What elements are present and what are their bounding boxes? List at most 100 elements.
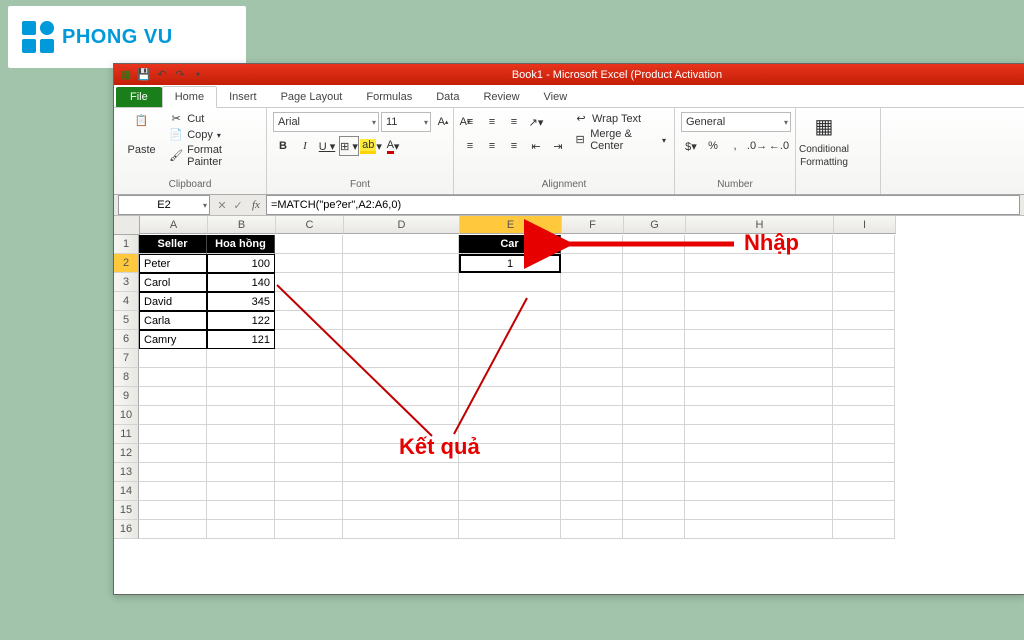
- cell-B6[interactable]: 121: [207, 330, 275, 349]
- cell-E2[interactable]: 1: [459, 254, 561, 273]
- cell-F10[interactable]: [561, 406, 623, 425]
- cell-I12[interactable]: [833, 444, 895, 463]
- tab-formulas[interactable]: Formulas: [354, 87, 424, 107]
- cell-E10[interactable]: [459, 406, 561, 425]
- cell-A2[interactable]: Peter: [139, 254, 207, 273]
- paste-button[interactable]: 📋 Paste: [120, 112, 163, 158]
- cell-F8[interactable]: [561, 368, 623, 387]
- cell-I10[interactable]: [833, 406, 895, 425]
- increase-decimal-icon[interactable]: .0→: [747, 136, 767, 156]
- cell-E15[interactable]: [459, 501, 561, 520]
- cell-B3[interactable]: 140: [207, 273, 275, 292]
- align-left-icon[interactable]: ≡: [460, 136, 480, 156]
- row-header-3[interactable]: 3: [114, 273, 139, 292]
- cell-F4[interactable]: [561, 292, 623, 311]
- cell-F12[interactable]: [561, 444, 623, 463]
- cell-C2[interactable]: [275, 254, 343, 273]
- cell-D5[interactable]: [343, 311, 459, 330]
- cell-B16[interactable]: [207, 520, 275, 539]
- qat-dropdown-icon[interactable]: ▾: [190, 67, 206, 83]
- save-icon[interactable]: 💾: [136, 67, 152, 83]
- cell-C5[interactable]: [275, 311, 343, 330]
- align-right-icon[interactable]: ≡: [504, 136, 524, 156]
- cell-D11[interactable]: [343, 425, 459, 444]
- fx-icon[interactable]: fx: [246, 199, 266, 211]
- cell-G11[interactable]: [623, 425, 685, 444]
- col-header-D[interactable]: D: [344, 216, 460, 234]
- cell-A3[interactable]: Carol: [139, 273, 207, 292]
- fill-color-button[interactable]: ab▾: [361, 136, 381, 156]
- cell-H2[interactable]: [685, 254, 833, 273]
- row-header-1[interactable]: 1: [114, 235, 139, 254]
- align-center-icon[interactable]: ≡: [482, 136, 502, 156]
- cell-I15[interactable]: [833, 501, 895, 520]
- align-bottom-icon[interactable]: ≡: [504, 112, 524, 132]
- cell-B11[interactable]: [207, 425, 275, 444]
- cell-G3[interactable]: [623, 273, 685, 292]
- comma-icon[interactable]: ,: [725, 136, 745, 156]
- cell-H13[interactable]: [685, 463, 833, 482]
- tab-view[interactable]: View: [532, 87, 580, 107]
- cell-I11[interactable]: [833, 425, 895, 444]
- tab-page-layout[interactable]: Page Layout: [269, 87, 355, 107]
- cell-B10[interactable]: [207, 406, 275, 425]
- cell-H16[interactable]: [685, 520, 833, 539]
- cell-A15[interactable]: [139, 501, 207, 520]
- cell-D15[interactable]: [343, 501, 459, 520]
- cell-G5[interactable]: [623, 311, 685, 330]
- row-header-15[interactable]: 15: [114, 501, 139, 520]
- col-header-A[interactable]: A: [140, 216, 208, 234]
- cell-F11[interactable]: [561, 425, 623, 444]
- cell-F1[interactable]: [561, 235, 623, 254]
- cell-C7[interactable]: [275, 349, 343, 368]
- cell-D3[interactable]: [343, 273, 459, 292]
- row-header-5[interactable]: 5: [114, 311, 139, 330]
- cell-B8[interactable]: [207, 368, 275, 387]
- col-header-E[interactable]: E: [460, 216, 562, 234]
- cell-F6[interactable]: [561, 330, 623, 349]
- row-header-2[interactable]: 2: [114, 254, 139, 273]
- cell-G9[interactable]: [623, 387, 685, 406]
- cell-D13[interactable]: [343, 463, 459, 482]
- name-box[interactable]: E2▾: [118, 195, 210, 215]
- cell-E9[interactable]: [459, 387, 561, 406]
- copy-button[interactable]: 📄Copy ▾: [167, 128, 260, 142]
- cut-button[interactable]: ✂Cut: [167, 112, 260, 126]
- cell-A7[interactable]: [139, 349, 207, 368]
- cell-B9[interactable]: [207, 387, 275, 406]
- cell-E11[interactable]: [459, 425, 561, 444]
- cell-D10[interactable]: [343, 406, 459, 425]
- cell-B5[interactable]: 122: [207, 311, 275, 330]
- cell-A6[interactable]: Camry: [139, 330, 207, 349]
- cell-A1[interactable]: Seller: [139, 235, 207, 254]
- cell-G2[interactable]: [623, 254, 685, 273]
- cell-G14[interactable]: [623, 482, 685, 501]
- merge-center-button[interactable]: ⊟Merge & Center ▾: [572, 128, 668, 152]
- cell-I16[interactable]: [833, 520, 895, 539]
- number-format-select[interactable]: General: [681, 112, 791, 132]
- col-header-B[interactable]: B: [208, 216, 276, 234]
- cell-C16[interactable]: [275, 520, 343, 539]
- cell-I7[interactable]: [833, 349, 895, 368]
- cell-D8[interactable]: [343, 368, 459, 387]
- tab-data[interactable]: Data: [424, 87, 471, 107]
- align-middle-icon[interactable]: ≡: [482, 112, 502, 132]
- indent-right-icon[interactable]: ⇥: [548, 136, 568, 156]
- cell-C8[interactable]: [275, 368, 343, 387]
- row-header-7[interactable]: 7: [114, 349, 139, 368]
- cell-F16[interactable]: [561, 520, 623, 539]
- cell-B1[interactable]: Hoa hồng: [207, 235, 275, 254]
- cell-I4[interactable]: [833, 292, 895, 311]
- cell-I8[interactable]: [833, 368, 895, 387]
- cell-H9[interactable]: [685, 387, 833, 406]
- cell-F3[interactable]: [561, 273, 623, 292]
- cell-E4[interactable]: [459, 292, 561, 311]
- enter-icon[interactable]: ✓: [230, 199, 246, 212]
- tab-file[interactable]: File: [116, 87, 162, 107]
- cell-B4[interactable]: 345: [207, 292, 275, 311]
- cell-E16[interactable]: [459, 520, 561, 539]
- cell-H11[interactable]: [685, 425, 833, 444]
- bold-button[interactable]: B: [273, 136, 293, 156]
- tab-insert[interactable]: Insert: [217, 87, 269, 107]
- cell-H10[interactable]: [685, 406, 833, 425]
